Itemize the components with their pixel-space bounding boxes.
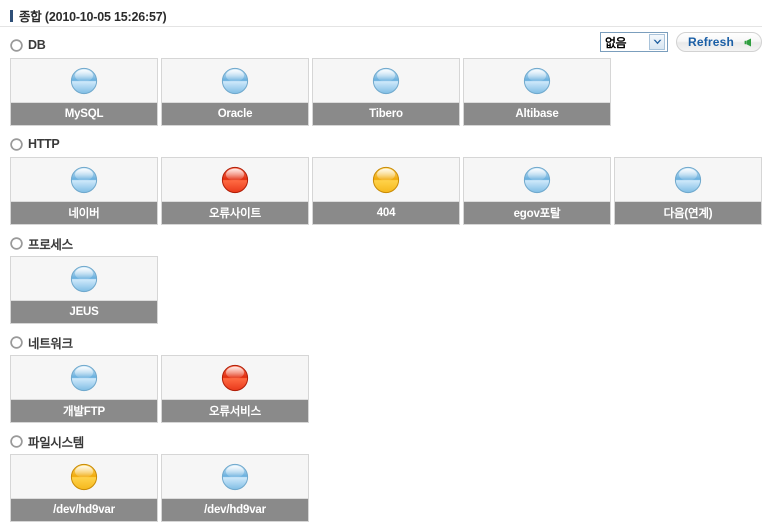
status-card[interactable]: MySQL: [10, 58, 158, 126]
status-card-label: 404: [313, 202, 459, 224]
status-orb-normal-icon: [313, 59, 459, 103]
section-header-filesystem: 파일시스템: [0, 431, 782, 451]
status-orb-normal-icon: [11, 59, 157, 103]
status-card[interactable]: 다음(연계): [614, 157, 762, 225]
section-header-process: 프로세스: [0, 233, 782, 253]
section-title-http: HTTP: [28, 137, 59, 151]
status-card[interactable]: 오류사이트: [161, 157, 309, 225]
status-card-label: 개발FTP: [11, 400, 157, 422]
title-accent-bar: [10, 10, 13, 22]
status-orb-normal-icon: [11, 356, 157, 400]
status-orb-normal-icon: [615, 158, 761, 202]
status-card[interactable]: 개발FTP: [10, 355, 158, 423]
card-row-db: MySQLOracleTiberoAltibase: [0, 58, 782, 126]
status-card-label: JEUS: [11, 301, 157, 323]
card-row-http: 네이버오류사이트404egov포탈다음(연계): [0, 157, 782, 225]
card-row-process: JEUS: [0, 256, 782, 324]
section-process: 프로세스 JEUS: [0, 233, 782, 324]
status-orb-error-icon: [162, 158, 308, 202]
status-card-label: 오류사이트: [162, 202, 308, 224]
status-orb-normal-icon: [11, 257, 157, 301]
status-card-label: Tibero: [313, 103, 459, 125]
section-db: DB MySQLOracleTiberoAltibase: [0, 35, 782, 126]
status-card[interactable]: egov포탈: [463, 157, 611, 225]
section-header-db: DB: [0, 35, 782, 55]
status-card[interactable]: JEUS: [10, 256, 158, 324]
ring-icon: [10, 237, 23, 250]
status-orb-normal-icon: [464, 59, 610, 103]
card-row-filesystem: /dev/hd9var/dev/hd9var: [0, 454, 782, 522]
status-card-label: egov포탈: [464, 202, 610, 224]
status-card[interactable]: 404: [312, 157, 460, 225]
status-card[interactable]: Tibero: [312, 58, 460, 126]
section-title-filesystem: 파일시스템: [28, 432, 84, 451]
status-card[interactable]: /dev/hd9var: [161, 454, 309, 522]
status-card[interactable]: Oracle: [161, 58, 309, 126]
section-header-network: 네트워크: [0, 332, 782, 352]
status-card[interactable]: Altibase: [463, 58, 611, 126]
section-filesystem: 파일시스템/dev/hd9var/dev/hd9var: [0, 431, 782, 522]
ring-icon: [10, 138, 23, 151]
section-title-db: DB: [28, 38, 45, 52]
status-card-label: MySQL: [11, 103, 157, 125]
status-card-label: /dev/hd9var: [162, 499, 308, 521]
page-title: 종합 (2010-10-05 15:26:57): [10, 6, 166, 25]
status-card[interactable]: 네이버: [10, 157, 158, 225]
status-orb-error-icon: [162, 356, 308, 400]
section-header-http: HTTP: [0, 134, 782, 154]
status-orb-warning-icon: [313, 158, 459, 202]
status-card-label: Altibase: [464, 103, 610, 125]
card-row-network: 개발FTP오류서비스: [0, 355, 782, 423]
section-title-network: 네트워크: [28, 333, 73, 352]
status-card[interactable]: /dev/hd9var: [10, 454, 158, 522]
section-network: 네트워크개발FTP오류서비스: [0, 332, 782, 423]
ring-icon: [10, 39, 23, 52]
status-card-label: 다음(연계): [615, 202, 761, 224]
status-card-label: /dev/hd9var: [11, 499, 157, 521]
page-header: 종합 (2010-10-05 15:26:57): [0, 0, 762, 27]
status-card-label: Oracle: [162, 103, 308, 125]
status-card-label: 네이버: [11, 202, 157, 224]
section-title-process: 프로세스: [28, 234, 73, 253]
ring-icon: [10, 435, 23, 448]
ring-icon: [10, 336, 23, 349]
status-orb-normal-icon: [464, 158, 610, 202]
section-http: HTTP 네이버오류사이트404egov포탈다음(연계): [0, 134, 782, 225]
status-orb-normal-icon: [11, 158, 157, 202]
status-orb-warning-icon: [11, 455, 157, 499]
status-orb-normal-icon: [162, 455, 308, 499]
status-card[interactable]: 오류서비스: [161, 355, 309, 423]
status-sections: DB MySQLOracleTiberoAltibase HTTP 네이버오류사이트4…: [0, 35, 782, 522]
status-orb-normal-icon: [162, 59, 308, 103]
status-card-label: 오류서비스: [162, 400, 308, 422]
page-title-text: 종합 (2010-10-05 15:26:57): [19, 6, 166, 25]
